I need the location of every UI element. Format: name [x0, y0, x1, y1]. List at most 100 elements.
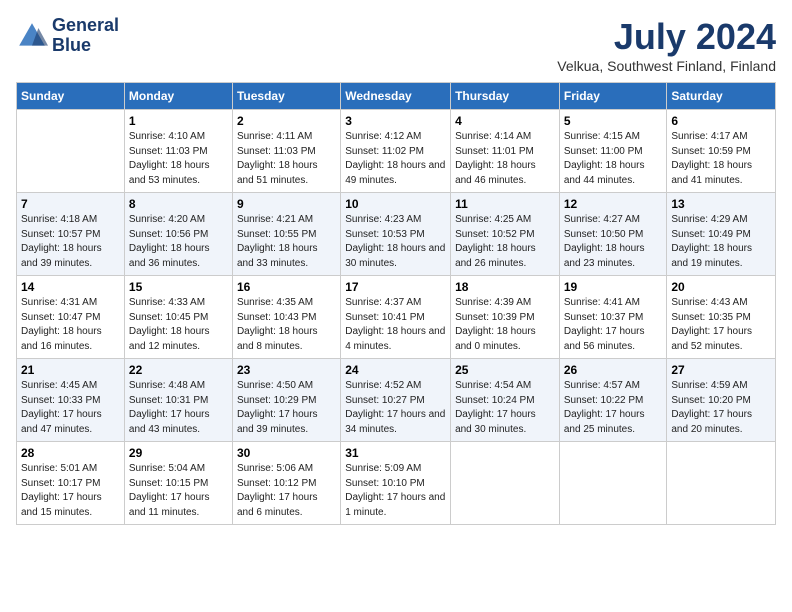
day-number: 14 — [21, 280, 120, 294]
calendar-cell: 25 Sunrise: 4:54 AM Sunset: 10:24 PM Dayl… — [451, 359, 560, 442]
calendar-cell: 11 Sunrise: 4:25 AM Sunset: 10:52 PM Dayl… — [451, 193, 560, 276]
calendar-week-2: 7Sunrise: 4:18 AM Sunset: 10:57 PM Dayli… — [17, 193, 776, 276]
month-title: July 2024 — [557, 16, 776, 58]
day-info: Sunrise: 5:09 AM Sunset: 10:10 PM Daylig… — [345, 462, 446, 520]
day-info: Sunrise: 4:14 AM Sunset: 11:01 PM Daylig… — [455, 130, 555, 188]
day-info: Sunrise: 4:31 AM Sunset: 10:47 PM Daylig… — [21, 296, 120, 354]
calendar-cell: 24Sunrise: 4:52 AM Sunset: 10:27 PM Dayl… — [341, 359, 451, 442]
day-info: Sunrise: 4:12 AM Sunset: 11:02 PM Daylig… — [345, 130, 446, 188]
weekday-header-saturday: Saturday — [667, 83, 776, 110]
day-number: 13 — [671, 197, 771, 211]
calendar-week-4: 21 Sunrise: 4:45 AM Sunset: 10:33 PM Dayl… — [17, 359, 776, 442]
calendar-cell: 19 Sunrise: 4:41 AM Sunset: 10:37 PM Dayl… — [559, 276, 667, 359]
day-number: 23 — [237, 363, 336, 377]
calendar-cell: 18 Sunrise: 4:39 AM Sunset: 10:39 PM Dayl… — [451, 276, 560, 359]
calendar-cell: 8 Sunrise: 4:20 AM Sunset: 10:56 PM Dayli… — [124, 193, 232, 276]
calendar-cell: 20Sunrise: 4:43 AM Sunset: 10:35 PM Dayl… — [667, 276, 776, 359]
calendar-cell: 16 Sunrise: 4:35 AM Sunset: 10:43 PM Dayl… — [232, 276, 340, 359]
calendar-cell — [451, 442, 560, 525]
day-info: Sunrise: 4:37 AM Sunset: 10:41 PM Daylig… — [345, 296, 446, 354]
day-info: Sunrise: 4:25 AM Sunset: 10:52 PM Daylig… — [455, 213, 555, 271]
title-area: July 2024 Velkua, Southwest Finland, Fin… — [557, 16, 776, 74]
day-info: Sunrise: 4:50 AM Sunset: 10:29 PM Daylig… — [237, 379, 336, 437]
day-info: Sunrise: 4:39 AM Sunset: 10:39 PM Daylig… — [455, 296, 555, 354]
day-number: 25 — [455, 363, 555, 377]
calendar-cell: 28Sunrise: 5:01 AM Sunset: 10:17 PM Dayl… — [17, 442, 125, 525]
day-number: 31 — [345, 446, 446, 460]
calendar-cell — [17, 110, 125, 193]
day-number: 6 — [671, 114, 771, 128]
calendar-table: SundayMondayTuesdayWednesdayThursdayFrid… — [16, 82, 776, 525]
day-number: 21 — [21, 363, 120, 377]
day-number: 17 — [345, 280, 446, 294]
day-info: Sunrise: 4:54 AM Sunset: 10:24 PM Daylig… — [455, 379, 555, 437]
weekday-header-thursday: Thursday — [451, 83, 560, 110]
day-number: 19 — [564, 280, 663, 294]
logo-text: General Blue — [52, 16, 119, 56]
calendar-cell: 29 Sunrise: 5:04 AM Sunset: 10:15 PM Dayl… — [124, 442, 232, 525]
calendar-cell: 9Sunrise: 4:21 AM Sunset: 10:55 PM Dayli… — [232, 193, 340, 276]
calendar-cell: 14 Sunrise: 4:31 AM Sunset: 10:47 PM Dayl… — [17, 276, 125, 359]
calendar-cell: 15Sunrise: 4:33 AM Sunset: 10:45 PM Dayl… — [124, 276, 232, 359]
day-info: Sunrise: 4:17 AM Sunset: 10:59 PM Daylig… — [671, 130, 771, 188]
header: General Blue July 2024 Velkua, Southwest… — [16, 16, 776, 74]
day-number: 30 — [237, 446, 336, 460]
calendar-cell: 30 Sunrise: 5:06 AM Sunset: 10:12 PM Dayl… — [232, 442, 340, 525]
calendar-cell: 2 Sunrise: 4:11 AM Sunset: 11:03 PM Dayli… — [232, 110, 340, 193]
day-info: Sunrise: 4:48 AM Sunset: 10:31 PM Daylig… — [129, 379, 228, 437]
location-title: Velkua, Southwest Finland, Finland — [557, 58, 776, 74]
day-info: Sunrise: 4:15 AM Sunset: 11:00 PM Daylig… — [564, 130, 663, 188]
calendar-cell: 6 Sunrise: 4:17 AM Sunset: 10:59 PM Dayli… — [667, 110, 776, 193]
day-info: Sunrise: 4:20 AM Sunset: 10:56 PM Daylig… — [129, 213, 228, 271]
day-number: 10 — [345, 197, 446, 211]
day-info: Sunrise: 4:33 AM Sunset: 10:45 PM Daylig… — [129, 296, 228, 354]
calendar-cell — [559, 442, 667, 525]
day-number: 27 — [671, 363, 771, 377]
calendar-cell: 7Sunrise: 4:18 AM Sunset: 10:57 PM Dayli… — [17, 193, 125, 276]
weekday-header-wednesday: Wednesday — [341, 83, 451, 110]
day-number: 24 — [345, 363, 446, 377]
calendar-cell: 27 Sunrise: 4:59 AM Sunset: 10:20 PM Dayl… — [667, 359, 776, 442]
day-info: Sunrise: 4:45 AM Sunset: 10:33 PM Daylig… — [21, 379, 120, 437]
day-number: 20 — [671, 280, 771, 294]
day-number: 18 — [455, 280, 555, 294]
weekday-header-tuesday: Tuesday — [232, 83, 340, 110]
day-info: Sunrise: 4:35 AM Sunset: 10:43 PM Daylig… — [237, 296, 336, 354]
day-info: Sunrise: 4:29 AM Sunset: 10:49 PM Daylig… — [671, 213, 771, 271]
day-number: 4 — [455, 114, 555, 128]
day-number: 26 — [564, 363, 663, 377]
day-info: Sunrise: 4:18 AM Sunset: 10:57 PM Daylig… — [21, 213, 120, 271]
day-number: 12 — [564, 197, 663, 211]
calendar-cell: 17 Sunrise: 4:37 AM Sunset: 10:41 PM Dayl… — [341, 276, 451, 359]
weekday-header-monday: Monday — [124, 83, 232, 110]
calendar-cell: 22Sunrise: 4:48 AM Sunset: 10:31 PM Dayl… — [124, 359, 232, 442]
day-info: Sunrise: 4:27 AM Sunset: 10:50 PM Daylig… — [564, 213, 663, 271]
day-info: Sunrise: 4:11 AM Sunset: 11:03 PM Daylig… — [237, 130, 336, 188]
day-info: Sunrise: 5:04 AM Sunset: 10:15 PM Daylig… — [129, 462, 228, 520]
day-number: 28 — [21, 446, 120, 460]
calendar-cell: 21 Sunrise: 4:45 AM Sunset: 10:33 PM Dayl… — [17, 359, 125, 442]
calendar-cell: 23 Sunrise: 4:50 AM Sunset: 10:29 PM Dayl… — [232, 359, 340, 442]
calendar-cell: 4 Sunrise: 4:14 AM Sunset: 11:01 PM Dayli… — [451, 110, 560, 193]
day-number: 16 — [237, 280, 336, 294]
logo: General Blue — [16, 16, 119, 56]
day-number: 8 — [129, 197, 228, 211]
day-number: 2 — [237, 114, 336, 128]
day-info: Sunrise: 5:06 AM Sunset: 10:12 PM Daylig… — [237, 462, 336, 520]
day-number: 3 — [345, 114, 446, 128]
logo-icon — [16, 20, 48, 52]
day-info: Sunrise: 4:57 AM Sunset: 10:22 PM Daylig… — [564, 379, 663, 437]
calendar-cell: 31 Sunrise: 5:09 AM Sunset: 10:10 PM Dayl… — [341, 442, 451, 525]
day-number: 1 — [129, 114, 228, 128]
day-number: 9 — [237, 197, 336, 211]
calendar-cell: 5 Sunrise: 4:15 AM Sunset: 11:00 PM Dayli… — [559, 110, 667, 193]
calendar-cell: 13 Sunrise: 4:29 AM Sunset: 10:49 PM Dayl… — [667, 193, 776, 276]
day-info: Sunrise: 4:41 AM Sunset: 10:37 PM Daylig… — [564, 296, 663, 354]
day-info: Sunrise: 4:59 AM Sunset: 10:20 PM Daylig… — [671, 379, 771, 437]
day-number: 5 — [564, 114, 663, 128]
calendar-cell: 10Sunrise: 4:23 AM Sunset: 10:53 PM Dayl… — [341, 193, 451, 276]
day-number: 11 — [455, 197, 555, 211]
calendar-cell: 3 Sunrise: 4:12 AM Sunset: 11:02 PM Dayli… — [341, 110, 451, 193]
calendar-cell: 26 Sunrise: 4:57 AM Sunset: 10:22 PM Dayl… — [559, 359, 667, 442]
day-number: 29 — [129, 446, 228, 460]
